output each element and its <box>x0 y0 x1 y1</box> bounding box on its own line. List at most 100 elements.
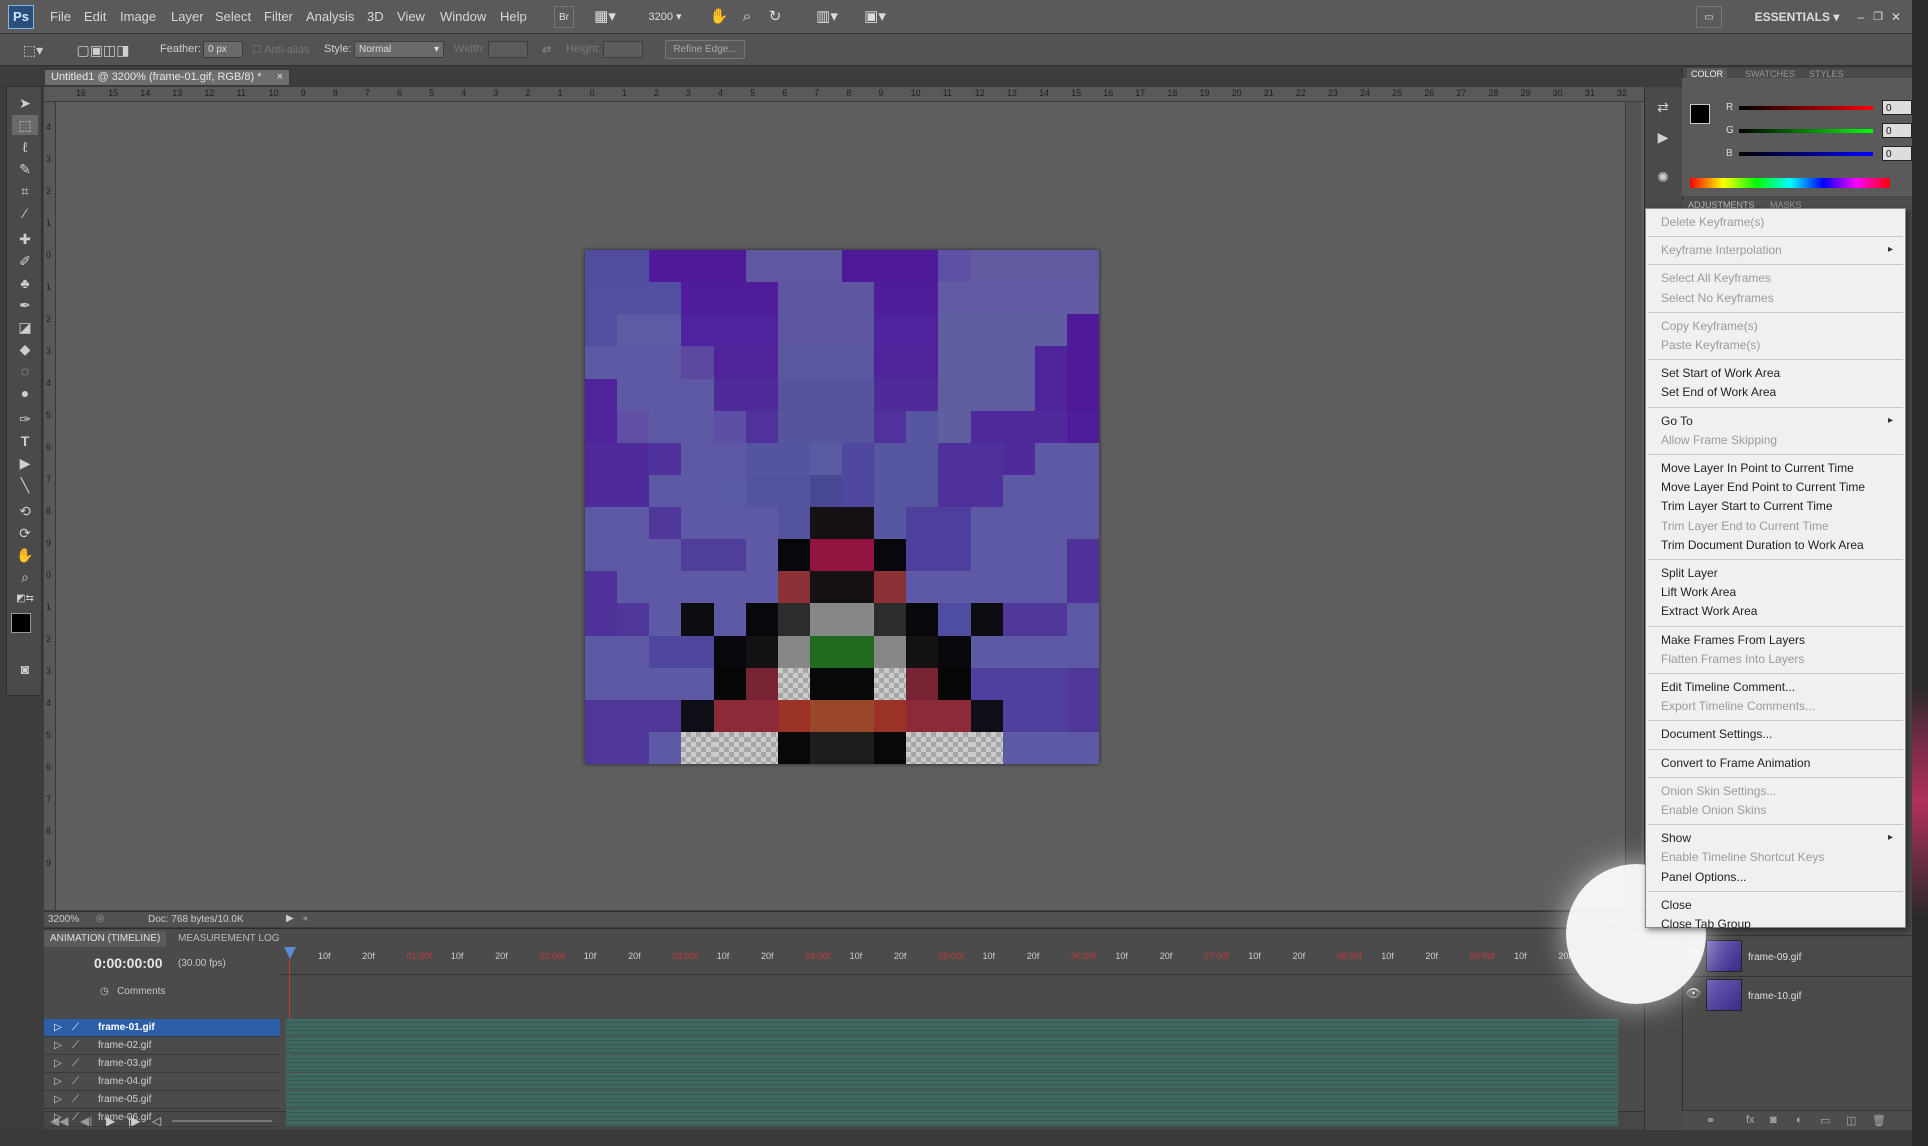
close-tab-icon[interactable]: × <box>277 70 283 85</box>
menu-item-edit-timeline-comment[interactable]: Edit Timeline Comment... <box>1661 678 1901 696</box>
current-time[interactable]: 0:00:00:00 <box>94 955 163 971</box>
quick-mask-icon[interactable]: ◙ <box>12 659 38 679</box>
paint-bucket-icon[interactable]: ◆ <box>12 339 38 359</box>
hand-icon[interactable]: ✋ <box>12 545 38 565</box>
3d-orbit-icon[interactable]: ⟳ <box>12 523 38 543</box>
timeline-layer-row[interactable]: ▷ ⟋ frame-06.gif <box>44 1109 280 1127</box>
expand-arrow-icon[interactable]: ▷ <box>54 1019 62 1037</box>
status-icon[interactable]: ◎ <box>96 913 105 924</box>
layer-item-frame-09[interactable]: frame-09.gif <box>1748 952 1801 963</box>
menu-item-move-layer-end-point-to-current-time[interactable]: Move Layer End Point to Current Time <box>1661 478 1901 496</box>
visibility-eye-icon[interactable]: 👁 <box>1686 986 1701 1000</box>
restore-icon[interactable]: ❐ <box>1871 6 1885 28</box>
layer-style-icon[interactable]: fx <box>1746 1114 1755 1126</box>
pen-tool-icon[interactable]: ✑ <box>12 409 38 429</box>
menu-3d[interactable]: 3D <box>367 9 384 24</box>
menu-item-convert-to-frame-animation[interactable]: Convert to Frame Animation <box>1661 754 1901 772</box>
dodge-tool-icon[interactable]: ● <box>12 383 38 403</box>
expand-arrow-icon[interactable]: ▷ <box>54 1109 62 1127</box>
menu-item-trim-document-duration-to-work-area[interactable]: Trim Document Duration to Work Area <box>1661 536 1901 554</box>
channel-value-input[interactable]: 0 <box>1882 123 1912 138</box>
swap-icon[interactable]: ⇄ <box>542 43 551 56</box>
delete-layer-icon[interactable]: 🗑 <box>1872 1114 1886 1127</box>
menu-image[interactable]: Image <box>120 9 156 24</box>
3d-rotate-icon[interactable]: ⟲ <box>12 501 38 521</box>
new-layer-icon[interactable]: ◫ <box>1846 1114 1856 1127</box>
selection-mode-icons[interactable]: ▢▣◫◨ <box>68 40 138 60</box>
menu-item-trim-layer-start-to-current-time[interactable]: Trim Layer Start to Current Time <box>1661 497 1901 515</box>
healing-brush-icon[interactable]: ✚ <box>12 229 38 249</box>
document-tab[interactable]: Untitled1 @ 3200% (frame-01.gif, RGB/8) … <box>44 69 290 86</box>
hand-tool-icon[interactable]: ✋ <box>708 6 730 28</box>
foreground-color-swatch[interactable] <box>11 613 31 633</box>
menu-item-set-end-of-work-area[interactable]: Set End of Work Area <box>1661 383 1901 401</box>
channel-slider[interactable] <box>1739 152 1873 156</box>
width-input[interactable] <box>488 41 528 58</box>
menu-window[interactable]: Window <box>440 9 486 24</box>
blur-tool-icon[interactable]: ◌ <box>12 361 38 381</box>
menu-view[interactable]: View <box>397 9 425 24</box>
color-spectrum[interactable] <box>1690 178 1890 188</box>
quick-selection-icon[interactable]: ✎ <box>12 159 38 179</box>
view-extras-icon[interactable]: ▦▾ <box>590 6 620 28</box>
history-brush-icon[interactable]: ✒ <box>12 295 38 315</box>
layer-duration-bar[interactable] <box>286 1109 1618 1126</box>
style-select[interactable]: Normal ▾ <box>354 41 444 58</box>
menu-item-make-frames-from-layers[interactable]: Make Frames From Layers <box>1661 631 1901 649</box>
menu-help[interactable]: Help <box>500 9 527 24</box>
zoom-percentage[interactable]: 3200% <box>48 914 79 925</box>
brush-panel-icon[interactable]: ✺ <box>1650 167 1676 187</box>
link-layers-icon[interactable]: ⚭ <box>1706 1114 1715 1127</box>
menu-item-close[interactable]: Close <box>1661 896 1901 914</box>
eyedropper-icon[interactable]: ⁄ <box>12 203 38 223</box>
brush-tool-icon[interactable]: ✐ <box>12 251 38 271</box>
clone-stamp-icon[interactable]: ♣ <box>12 273 38 293</box>
timeline-layer-row[interactable]: ▷ ⟋ frame-02.gif <box>44 1037 280 1055</box>
expand-arrow-icon[interactable]: ▷ <box>54 1055 62 1073</box>
layer-duration-bar[interactable] <box>286 1019 1618 1036</box>
status-menu-arrow-icon[interactable]: ▶ <box>286 913 294 924</box>
menu-item-panel-options[interactable]: Panel Options... <box>1661 868 1901 886</box>
path-selection-icon[interactable]: ▶ <box>12 453 38 473</box>
timeline-layer-row[interactable]: ▷ ⟋ frame-03.gif <box>44 1055 280 1073</box>
menu-filter[interactable]: Filter <box>264 9 293 24</box>
marquee-preset-icon[interactable]: ⬚▾ <box>20 40 46 60</box>
line-tool-icon[interactable]: ╲ <box>12 475 38 495</box>
layer-duration-bar[interactable] <box>286 1037 1618 1054</box>
foreground-color-chip[interactable] <box>1690 104 1710 124</box>
rectangular-marquee-icon[interactable]: ⬚ <box>12 115 38 135</box>
expand-arrow-icon[interactable]: ▷ <box>54 1091 62 1109</box>
close-window-icon[interactable]: ✕ <box>1889 6 1903 28</box>
timeline-ruler[interactable]: 10f 20f 01:00f 10f 20f 02:00f 10f 20f 03:00f 10f 2… <box>280 945 1620 975</box>
menu-item-set-start-of-work-area[interactable]: Set Start of Work Area <box>1661 364 1901 382</box>
menu-item-split-layer[interactable]: Split Layer <box>1661 564 1901 582</box>
channel-value-input[interactable]: 0 <box>1882 100 1912 115</box>
workspace-switcher[interactable]: ESSENTIALS ▾ <box>1752 6 1842 28</box>
channel-slider[interactable] <box>1739 106 1873 110</box>
workspace-icon[interactable]: ▭ <box>1696 6 1722 28</box>
screen-mode-icon[interactable]: ▣▾ <box>858 6 892 28</box>
arrange-documents-icon[interactable]: ▥▾ <box>810 6 844 28</box>
move-tool-icon[interactable]: ➤ <box>12 93 38 113</box>
crop-tool-icon[interactable]: ⌗ <box>12 181 38 201</box>
history-panel-icon[interactable]: ⇄ <box>1650 97 1676 117</box>
refine-edge-button[interactable]: Refine Edge... <box>665 40 745 59</box>
tab-measurement-log[interactable]: MEASUREMENT LOG <box>172 931 286 947</box>
menu-analysis[interactable]: Analysis <box>306 9 354 24</box>
menu-select[interactable]: Select <box>215 9 251 24</box>
zoom-tool-icon[interactable]: ⌕ <box>736 6 758 28</box>
channel-value-input[interactable]: 0 <box>1882 146 1912 161</box>
menu-item-document-settings[interactable]: Document Settings... <box>1661 725 1901 743</box>
timeline-layer-row[interactable]: ▷ ⟋ frame-01.gif <box>44 1019 280 1037</box>
type-tool-icon[interactable]: T <box>12 431 38 451</box>
scroll-left-icon[interactable]: ◂ <box>302 913 307 924</box>
menu-edit[interactable]: Edit <box>84 9 106 24</box>
height-input[interactable] <box>603 41 643 58</box>
menu-file[interactable]: File <box>50 9 71 24</box>
channel-slider[interactable] <box>1739 129 1873 133</box>
vertical-scrollbar[interactable] <box>1625 102 1641 910</box>
antialias-checkbox[interactable]: ☐ Anti-alias <box>252 43 310 56</box>
tab-animation-timeline[interactable]: ANIMATION (TIMELINE) <box>44 931 167 947</box>
rotate-view-icon[interactable]: ↻ <box>764 6 786 28</box>
zoom-icon[interactable]: ⌕ <box>12 567 38 587</box>
